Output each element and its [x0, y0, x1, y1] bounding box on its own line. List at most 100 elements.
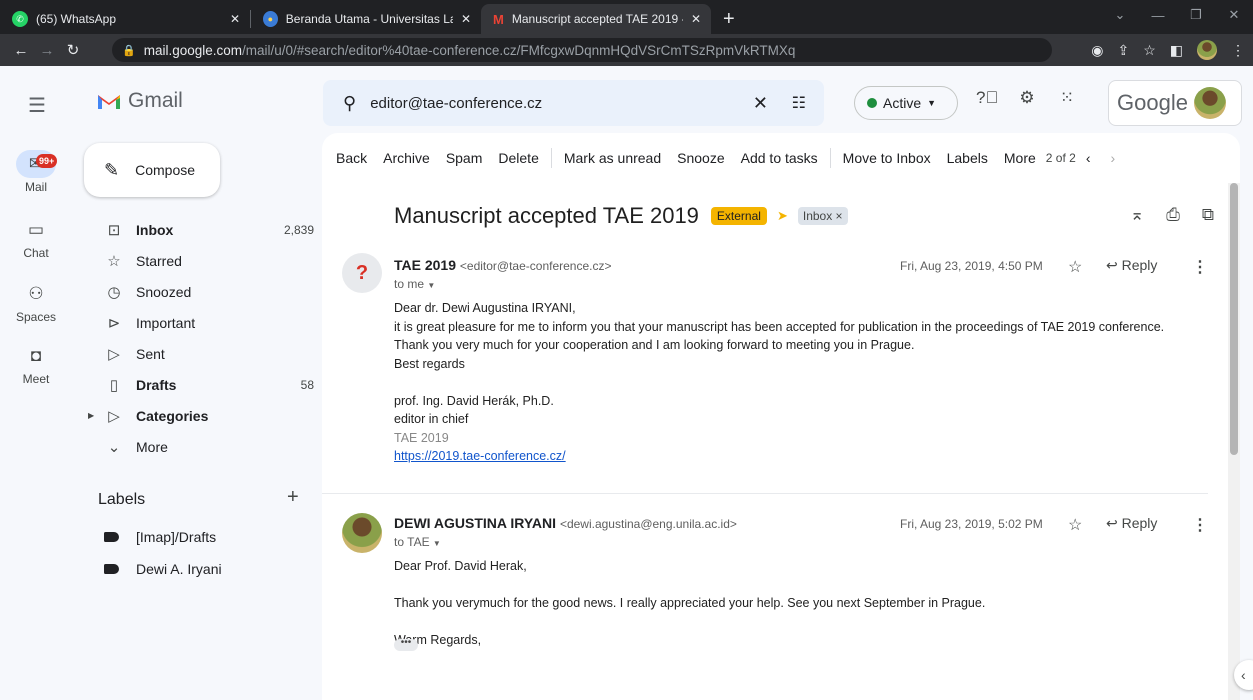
gmail-logo[interactable]: Gmail [96, 89, 183, 113]
close-tab-icon[interactable]: ✕ [691, 12, 701, 26]
recipient-dropdown[interactable]: to TAE ▼ [394, 535, 441, 549]
sidepanel-icon[interactable]: ◧ [1170, 42, 1183, 59]
archive-button[interactable]: Archive [375, 150, 438, 166]
minimize-icon[interactable]: — [1139, 8, 1177, 23]
url-field[interactable]: 🔒 mail.google.com/mail/u/0/#search/edito… [112, 38, 1052, 62]
browser-menu-icon[interactable]: ⋮ [1231, 42, 1245, 59]
eye-icon[interactable]: ◉ [1091, 42, 1103, 59]
print-icon[interactable]: ⎙ [1166, 205, 1180, 225]
message-body: Dear dr. Dewi Augustina IRYANI, it is gr… [394, 299, 1164, 466]
reload-icon[interactable]: ↻ [60, 41, 86, 59]
tab-gmail[interactable]: M Manuscript accepted TAE 2019 - ✕ [481, 4, 711, 34]
rail-item-chat[interactable]: ▭ Chat [0, 216, 72, 260]
reply-arrow-icon: ↩ [1106, 257, 1122, 273]
delete-button[interactable]: Delete [490, 150, 546, 166]
label-tag-icon [104, 532, 119, 542]
profile-avatar[interactable] [1197, 40, 1217, 60]
tab-university[interactable]: ● Beranda Utama - Universitas Lam ✕ [251, 4, 481, 34]
show-trimmed-content-button[interactable]: ••• [394, 638, 418, 651]
reply-button[interactable]: ↩ Reply [1106, 257, 1157, 274]
clear-search-icon[interactable]: ✕ [753, 93, 768, 114]
recipient-dropdown[interactable]: to me ▼ [394, 277, 435, 291]
sidebar-item-drafts[interactable]: ▯ Drafts 58 [72, 369, 320, 400]
label-item[interactable]: Dewi A. Iryani [72, 554, 320, 584]
star-icon[interactable]: ☆ [1068, 257, 1082, 277]
add-to-tasks-button[interactable]: Add to tasks [733, 150, 826, 166]
open-new-window-icon[interactable]: ⧉ [1202, 205, 1214, 225]
scrollbar-thumb[interactable] [1230, 183, 1238, 455]
status-dropdown[interactable]: Active ▼ [854, 86, 958, 120]
rail-item-meet[interactable]: ◘ Meet [0, 342, 72, 386]
forward-arrow-icon[interactable]: → [34, 42, 60, 59]
search-icon[interactable]: ⚲ [343, 93, 356, 114]
new-tab-button[interactable]: + [711, 4, 747, 34]
signature-link[interactable]: https://2019.tae-conference.cz/ [394, 447, 1164, 466]
label-item[interactable]: [Imap]/Drafts [72, 522, 320, 552]
message-date: Fri, Aug 23, 2019, 5:02 PM [900, 517, 1043, 531]
reply-button[interactable]: ↩ Reply [1106, 515, 1157, 532]
share-icon[interactable]: ⇪ [1117, 42, 1129, 59]
sidebar-item-important[interactable]: ⊳ Important [72, 307, 320, 338]
mark-unread-button[interactable]: Mark as unread [556, 150, 669, 166]
tab-whatsapp[interactable]: ✆ (65) WhatsApp ✕ [0, 4, 250, 34]
close-window-icon[interactable]: ✕ [1215, 7, 1253, 23]
more-button[interactable]: More [996, 150, 1044, 166]
settings-gear-icon[interactable]: ⚙ [1016, 88, 1038, 108]
chevron-right-icon[interactable]: › [1100, 150, 1125, 166]
tab-title: Manuscript accepted TAE 2019 - [511, 12, 683, 26]
back-arrow-icon[interactable]: ← [8, 42, 34, 59]
sender-email: <editor@tae-conference.cz> [459, 259, 612, 273]
scrollbar[interactable] [1228, 183, 1240, 700]
sender-avatar[interactable] [342, 513, 382, 553]
chevron-down-icon: ▼ [927, 98, 937, 108]
sidebar-item-inbox[interactable]: ⊡ Inbox 2,839 [72, 214, 320, 245]
importance-marker-icon[interactable]: ➤ [777, 208, 788, 224]
sidebar-item-categories[interactable]: ▶ ▷ Categories [72, 400, 320, 431]
search-input[interactable] [370, 94, 711, 112]
draft-icon: ▯ [109, 376, 119, 394]
inbox-label-chip[interactable]: Inbox × [797, 207, 848, 225]
search-bar[interactable]: ⚲ ✕ ☷ [323, 80, 824, 126]
google-account-button[interactable]: Google [1108, 80, 1242, 126]
sidebar-item-label: More [136, 438, 168, 455]
rail-item-mail[interactable]: ✉ 99+ Mail [0, 150, 72, 194]
star-icon[interactable]: ☆ [1068, 515, 1082, 535]
status-dot [867, 98, 877, 108]
apps-grid-icon[interactable]: ⁙ [1056, 88, 1078, 108]
labels-button[interactable]: Labels [939, 150, 996, 166]
sidebar-item-snoozed[interactable]: ◷ Snoozed [72, 276, 320, 307]
close-tab-icon[interactable]: ✕ [230, 12, 240, 26]
add-label-icon[interactable]: + [287, 486, 299, 509]
expand-arrow-icon[interactable]: ▶ [88, 411, 94, 420]
sidebar-item-starred[interactable]: ☆ Starred [72, 245, 320, 276]
expand-all-icon[interactable]: ⌅ [1130, 205, 1144, 225]
help-icon[interactable]: ?⃝ [976, 88, 998, 108]
message-toolbar: Back Archive Spam Delete Mark as unread … [322, 133, 1240, 183]
search-options-icon[interactable]: ☷ [792, 93, 806, 113]
sidebar-item-more[interactable]: ⌄ More [72, 431, 320, 462]
compose-button[interactable]: ✎ Compose [84, 143, 220, 197]
url-host: mail.google.com [143, 42, 242, 58]
spam-button[interactable]: Spam [438, 150, 491, 166]
message-more-icon[interactable]: ⋮ [1192, 257, 1208, 277]
rail-item-spaces[interactable]: ⚇ Spaces [0, 280, 72, 324]
inbox-count: 2,839 [283, 222, 314, 237]
bookmark-star-icon[interactable]: ☆ [1143, 42, 1156, 59]
body-line: editor in chief [394, 412, 469, 426]
move-to-inbox-button[interactable]: Move to Inbox [835, 150, 939, 166]
snooze-button[interactable]: Snooze [669, 150, 732, 166]
close-tab-icon[interactable]: ✕ [461, 12, 471, 26]
restore-icon[interactable]: ❐ [1177, 7, 1215, 23]
sender-name[interactable]: TAE 2019 [394, 257, 456, 273]
back-button[interactable]: Back [322, 150, 375, 166]
chevron-down-icon: ▼ [427, 281, 436, 290]
sender-name[interactable]: DEWI AGUSTINA IRYANI [394, 515, 556, 531]
tab-search-icon[interactable]: ⌄ [1101, 7, 1139, 23]
chevron-left-icon[interactable]: ‹ [1076, 150, 1101, 166]
whatsapp-icon: ✆ [12, 11, 28, 27]
pencil-icon: ✎ [104, 159, 120, 180]
unknown-sender-avatar[interactable]: ? [342, 253, 382, 293]
message-more-icon[interactable]: ⋮ [1192, 515, 1208, 535]
sidebar-item-sent[interactable]: ▷ Sent [72, 338, 320, 369]
main-menu-icon[interactable]: ☰ [28, 93, 46, 118]
